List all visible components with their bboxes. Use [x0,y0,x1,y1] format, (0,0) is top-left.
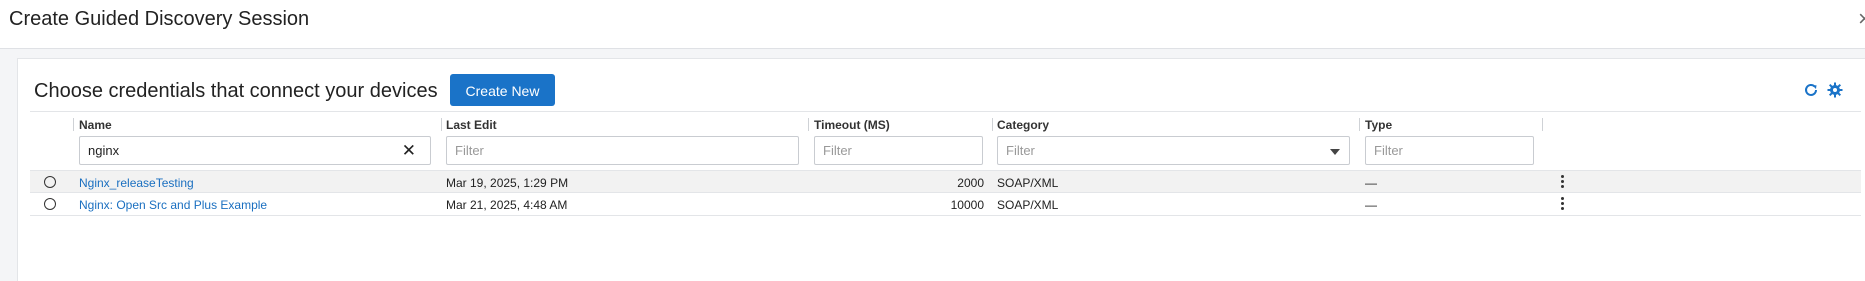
column-header-last-edit[interactable]: Last Edit [446,118,497,132]
category-filter-placeholder: Filter [1006,143,1035,158]
column-divider[interactable] [1542,118,1543,131]
category-cell: SOAP/XML [997,176,1059,190]
last-edit-filter-input[interactable]: Filter [446,136,799,165]
timeout-cell: 10000 [950,198,984,212]
clear-filter-icon[interactable]: ✕ [402,137,416,164]
column-divider[interactable] [992,118,993,131]
row-menu-icon[interactable] [1561,197,1565,212]
timeout-filter-input[interactable]: Filter [814,136,983,165]
type-cell: — [1365,176,1377,190]
type-filter-input[interactable]: Filter [1365,136,1534,165]
column-header-type[interactable]: Type [1365,118,1392,132]
create-new-button[interactable]: Create New [450,74,555,106]
last-edit-cell: Mar 21, 2025, 4:48 AM [446,198,568,212]
row-select-radio[interactable] [44,176,56,188]
name-filter-input[interactable]: nginx ✕ [79,136,431,165]
panel-title: Choose credentials that connect your dev… [34,80,438,102]
dialog-title: Create Guided Discovery Session [9,8,310,30]
column-header-name[interactable]: Name [79,118,112,132]
table-header: Name Last Edit Timeout (MS) Category Typ… [30,111,1861,134]
last-edit-cell: Mar 19, 2025, 1:29 PM [446,176,569,190]
column-divider[interactable] [1359,118,1360,131]
row-select-radio[interactable] [44,198,56,210]
table-row[interactable]: Nginx_releaseTesting Mar 19, 2025, 1:29 … [30,170,1861,193]
table-row[interactable]: Nginx: Open Src and Plus Example Mar 21,… [30,193,1861,216]
column-header-timeout[interactable]: Timeout (MS) [814,118,890,132]
refresh-icon[interactable] [1803,82,1819,98]
column-header-category[interactable]: Category [997,118,1049,132]
close-icon[interactable]: × [1858,6,1865,32]
category-cell: SOAP/XML [997,198,1059,212]
credential-name-link[interactable]: Nginx_releaseTesting [79,176,194,190]
column-divider[interactable] [441,118,442,131]
timeout-cell: 2000 [957,176,984,190]
row-menu-icon[interactable] [1561,175,1565,190]
type-cell: — [1365,198,1377,212]
column-divider[interactable] [73,118,74,131]
gear-icon[interactable] [1827,82,1843,98]
name-filter-value: nginx [88,143,120,158]
credentials-panel: Choose credentials that connect your dev… [17,58,1865,281]
category-filter-select[interactable]: Filter [997,136,1350,165]
chevron-down-icon [1330,149,1340,155]
credential-name-link[interactable]: Nginx: Open Src and Plus Example [79,198,267,212]
column-divider[interactable] [808,118,809,131]
dialog-header: Create Guided Discovery Session × [0,0,1865,49]
